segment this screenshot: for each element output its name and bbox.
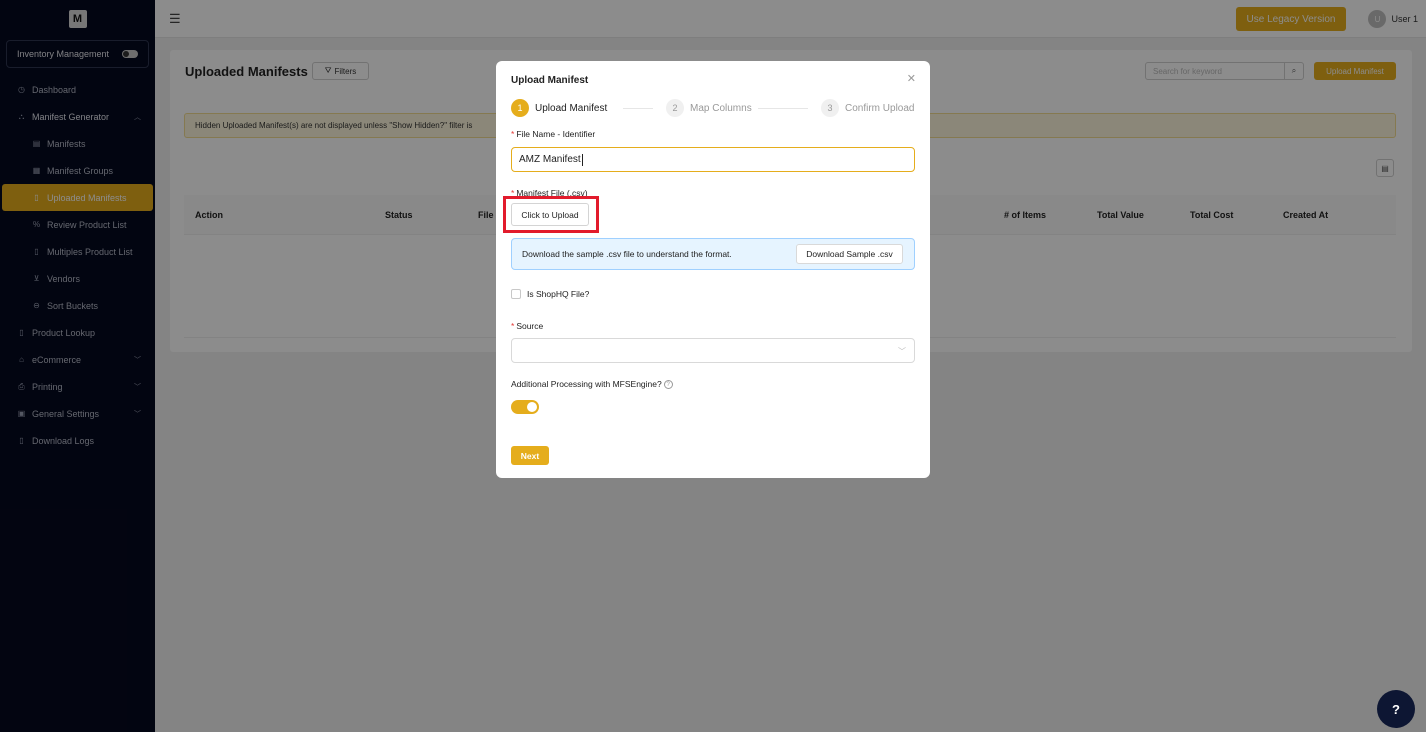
step-number: 1 [511,99,529,117]
source-label-text: Source [516,321,544,331]
mfs-engine-label-text: Additional Processing with MFSEngine? [511,379,662,389]
text-caret [581,153,583,166]
step-number: 2 [666,99,684,117]
shophq-label: Is ShopHQ File? [527,289,590,299]
step-upload-manifest: 1 Upload Manifest [511,99,607,117]
required-marker: * [511,129,515,139]
next-button[interactable]: Next [511,446,549,465]
shophq-checkbox[interactable] [511,289,521,299]
file-name-value: AMZ Manifest [519,154,581,165]
download-sample-button[interactable]: Download Sample .csv [796,244,903,264]
file-name-label-text: File Name - Identifier [516,129,596,139]
step-connector [758,108,808,109]
chevron-down-icon: ﹀ [898,347,906,356]
shophq-checkbox-row[interactable]: Is ShopHQ File? [511,289,589,299]
modal-title: Upload Manifest [511,75,589,86]
mfs-engine-toggle[interactable] [511,400,539,414]
source-label: * Source [511,321,543,331]
step-map-columns: 2 Map Columns [666,99,752,117]
sample-file-info: Download the sample .csv file to underst… [511,238,915,270]
sample-info-text: Download the sample .csv file to underst… [522,249,732,259]
source-select[interactable]: ﹀ [511,338,915,363]
question-icon: ? [1392,701,1400,717]
step-label: Confirm Upload [845,102,915,114]
help-button[interactable]: ? [1377,690,1415,728]
mfs-engine-label: Additional Processing with MFSEngine?? [511,379,673,390]
step-label: Map Columns [690,102,752,114]
file-name-input[interactable]: AMZ Manifest [511,147,915,172]
help-icon[interactable]: ? [663,380,673,390]
step-label: Upload Manifest [535,102,608,114]
upload-manifest-modal: Upload Manifest ✕ 1 Upload Manifest 2 Ma… [496,61,930,478]
step-connector [623,108,653,109]
required-marker: * [511,321,515,331]
upload-steps: 1 Upload Manifest 2 Map Columns 3 Confir… [511,99,915,119]
file-name-label: * File Name - Identifier [511,129,595,139]
highlight-box [503,196,599,233]
close-icon[interactable]: ✕ [907,72,916,85]
step-confirm-upload: 3 Confirm Upload [821,99,914,117]
step-number: 3 [821,99,839,117]
